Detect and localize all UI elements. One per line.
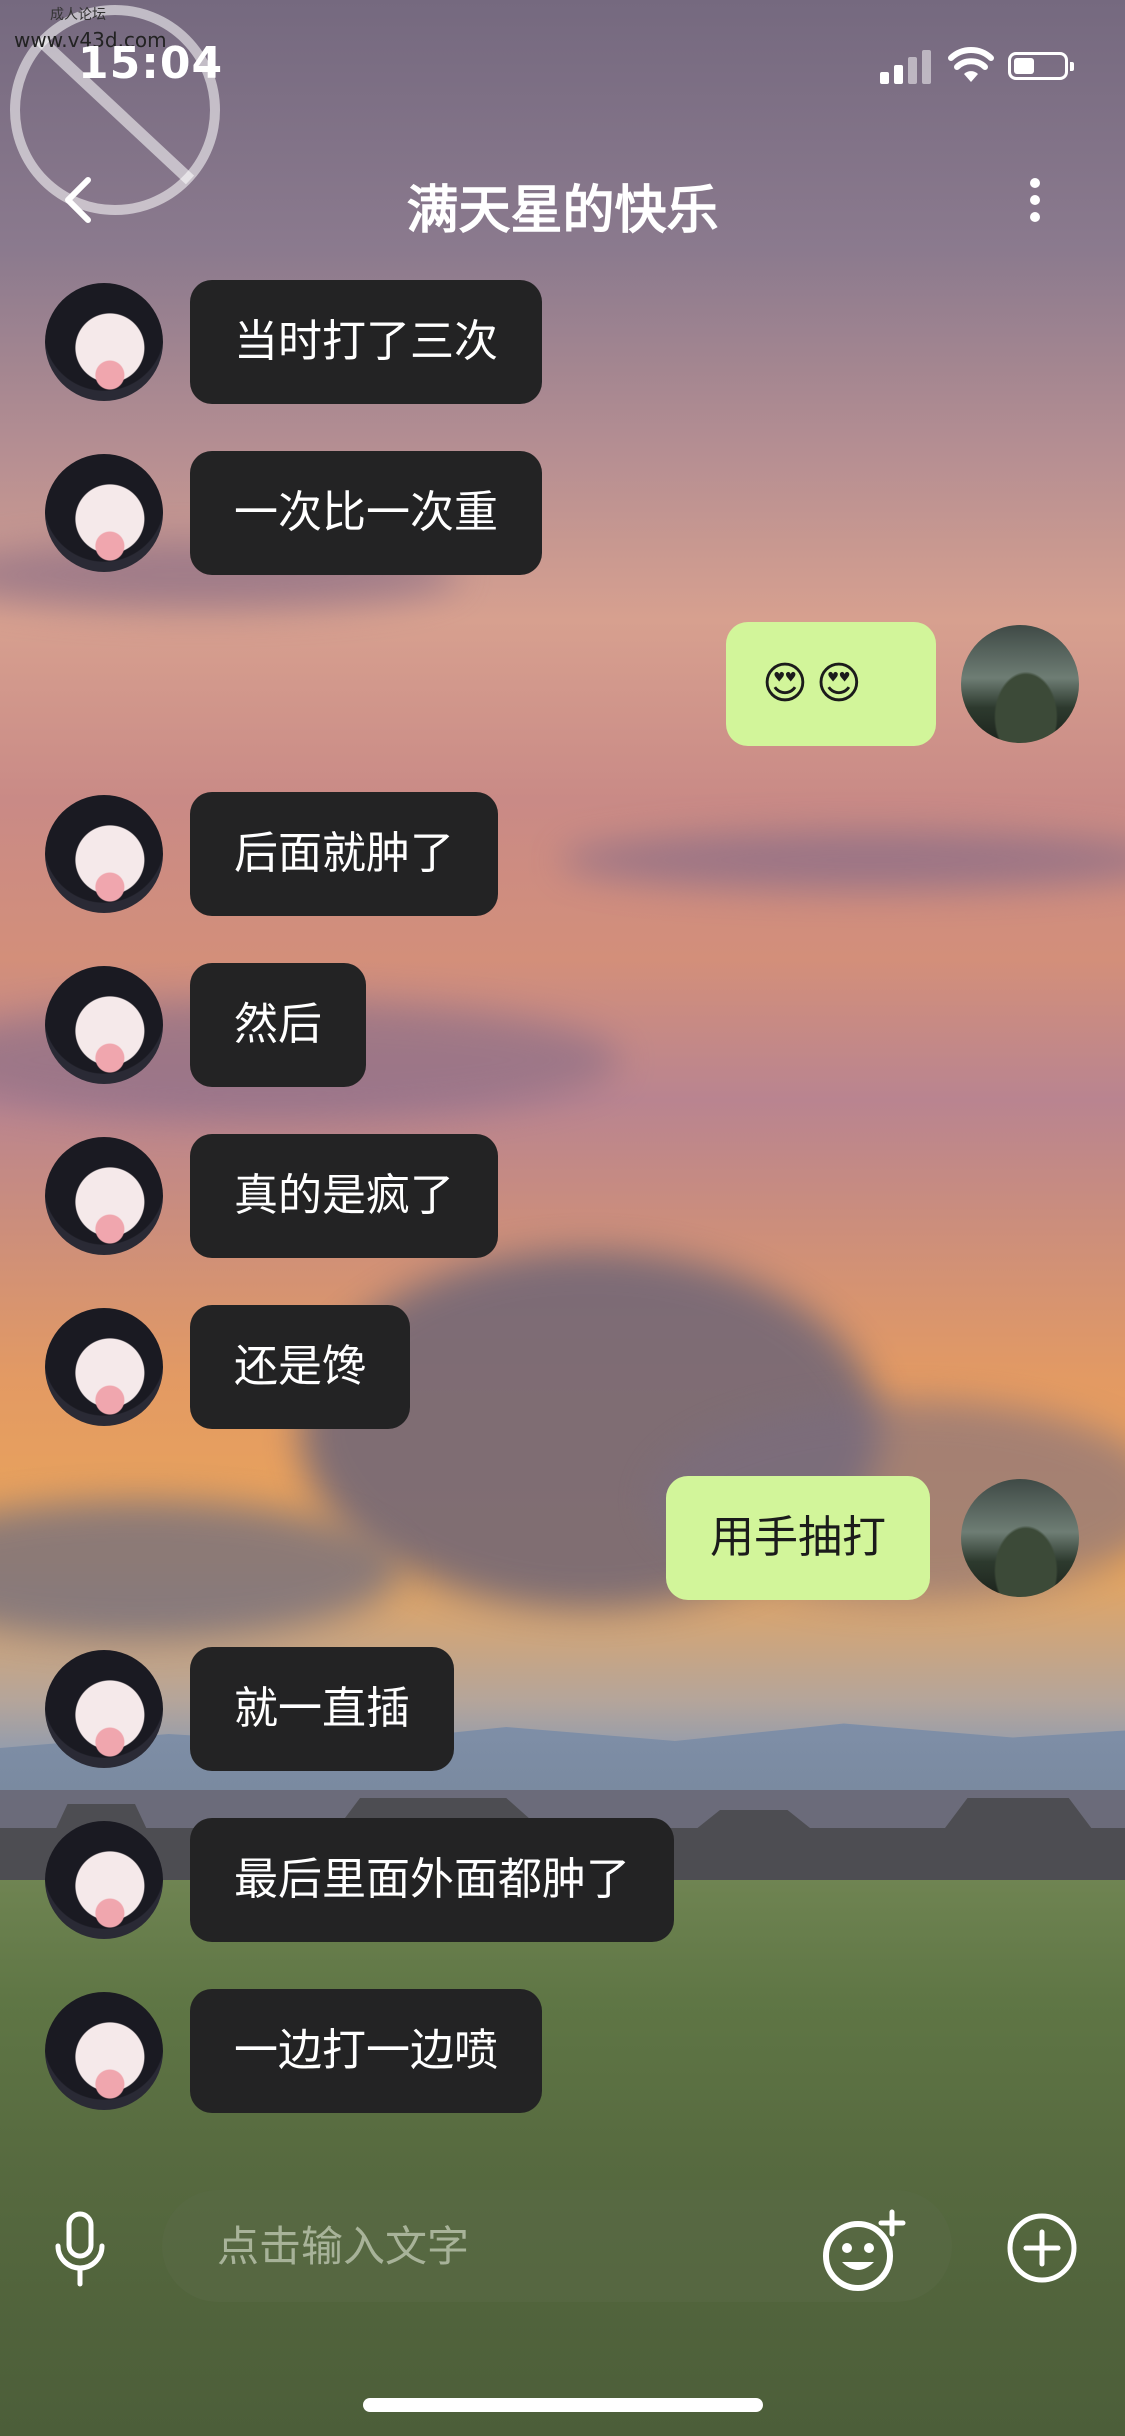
input-bar — [0, 2190, 1125, 2310]
battery-icon — [1008, 52, 1074, 80]
add-attachment-icon[interactable] — [1006, 2212, 1078, 2284]
cellular-signal-icon — [880, 48, 934, 84]
wifi-icon — [948, 47, 994, 82]
contact-avatar[interactable] — [45, 1821, 163, 1939]
status-bar: 15:04 — [0, 0, 1125, 130]
home-indicator[interactable] — [363, 2398, 763, 2412]
message-bubble[interactable]: 真的是疯了 — [190, 1134, 498, 1258]
message-bubble[interactable]: 后面就肿了 — [190, 792, 498, 916]
contact-avatar[interactable] — [45, 966, 163, 1084]
message-bubble[interactable]: 一次比一次重 — [190, 451, 542, 575]
message-bubble[interactable]: 还是馋 — [190, 1305, 410, 1429]
contact-avatar[interactable] — [45, 795, 163, 913]
more-options-icon[interactable] — [1010, 170, 1060, 230]
message-bubble[interactable]: 最后里面外面都肿了 — [190, 1818, 674, 1942]
contact-avatar[interactable] — [45, 1992, 163, 2110]
my-avatar[interactable] — [961, 625, 1079, 743]
message-bubble[interactable]: 一边打一边喷 — [190, 1989, 542, 2113]
message-bubble[interactable]: 然后 — [190, 963, 366, 1087]
chat-header: 满天星的快乐 — [0, 140, 1125, 260]
contact-avatar[interactable] — [45, 283, 163, 401]
contact-avatar[interactable] — [45, 1650, 163, 1768]
message-bubble[interactable]: 用手抽打 — [666, 1476, 930, 1600]
message-bubble[interactable]: 就一直插 — [190, 1647, 454, 1771]
my-avatar[interactable] — [961, 1479, 1079, 1597]
contact-avatar[interactable] — [45, 1308, 163, 1426]
contact-avatar[interactable] — [45, 1137, 163, 1255]
message-bubble[interactable]: 当时打了三次 — [190, 280, 542, 404]
contact-avatar[interactable] — [45, 454, 163, 572]
emoji-add-icon[interactable] — [820, 2206, 908, 2294]
chat-background — [0, 0, 1125, 2436]
chat-title: 满天星的快乐 — [406, 181, 719, 241]
rice-field — [0, 1880, 1125, 2436]
status-time: 15:04 — [78, 38, 224, 89]
message-bubble[interactable]: 😍😍 — [726, 622, 936, 746]
microphone-icon[interactable] — [50, 2210, 110, 2290]
